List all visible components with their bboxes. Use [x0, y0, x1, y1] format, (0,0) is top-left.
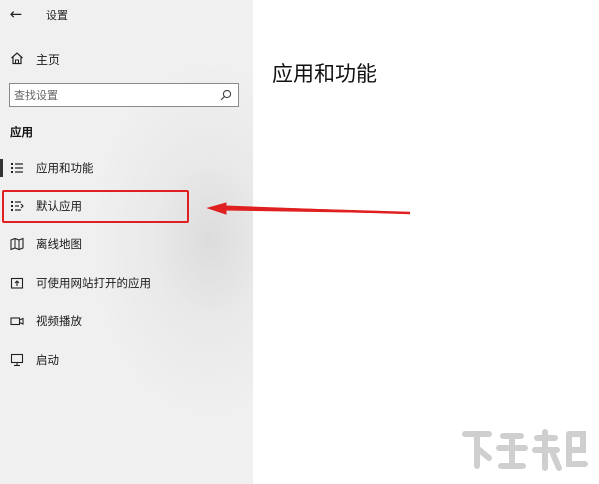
offline-maps-icon — [10, 237, 24, 251]
home-label: 主页 — [36, 53, 61, 67]
home-icon — [11, 52, 23, 65]
selection-indicator — [0, 159, 3, 177]
search-input[interactable] — [14, 86, 210, 104]
sidebar-item-apps-for-websites[interactable]: 可使用网站打开的应用 — [0, 266, 250, 300]
sidebar-item-label: 应用和功能 — [36, 161, 94, 175]
sidebar-item-offline-maps[interactable]: 离线地图 — [0, 227, 250, 261]
startup-icon — [10, 353, 24, 367]
apps-features-icon — [11, 163, 23, 173]
back-arrow-icon[interactable]: ← — [6, 4, 26, 24]
sidebar-item-label: 视频播放 — [36, 314, 82, 328]
home-nav-item[interactable]: 主页 — [8, 48, 238, 70]
window-title: 设置 — [46, 9, 68, 22]
section-title: 应用 — [10, 125, 33, 139]
sidebar-item-label: 可使用网站打开的应用 — [36, 276, 151, 290]
sidebar-item-label: 离线地图 — [36, 237, 82, 251]
video-playback-icon — [10, 317, 24, 326]
sidebar: ← 设置 主页 应用 应用和功能 — [0, 0, 253, 484]
sidebar-item-apps-features[interactable]: 应用和功能 — [0, 151, 250, 185]
sidebar-item-default-apps[interactable]: 默认应用 — [0, 189, 250, 223]
watermark-logo — [462, 429, 588, 471]
page-title: 应用和功能 — [272, 62, 377, 87]
sidebar-item-video-playback[interactable]: 视频播放 — [0, 304, 250, 338]
default-apps-icon — [11, 201, 24, 211]
sidebar-item-label: 启动 — [36, 353, 59, 367]
title-bar: ← 设置 — [0, 0, 253, 28]
search-icon[interactable] — [220, 89, 232, 101]
apps-for-websites-icon — [10, 277, 24, 289]
search-box[interactable] — [9, 83, 239, 107]
sidebar-item-startup[interactable]: 启动 — [0, 343, 250, 377]
sidebar-item-label: 默认应用 — [36, 199, 82, 213]
